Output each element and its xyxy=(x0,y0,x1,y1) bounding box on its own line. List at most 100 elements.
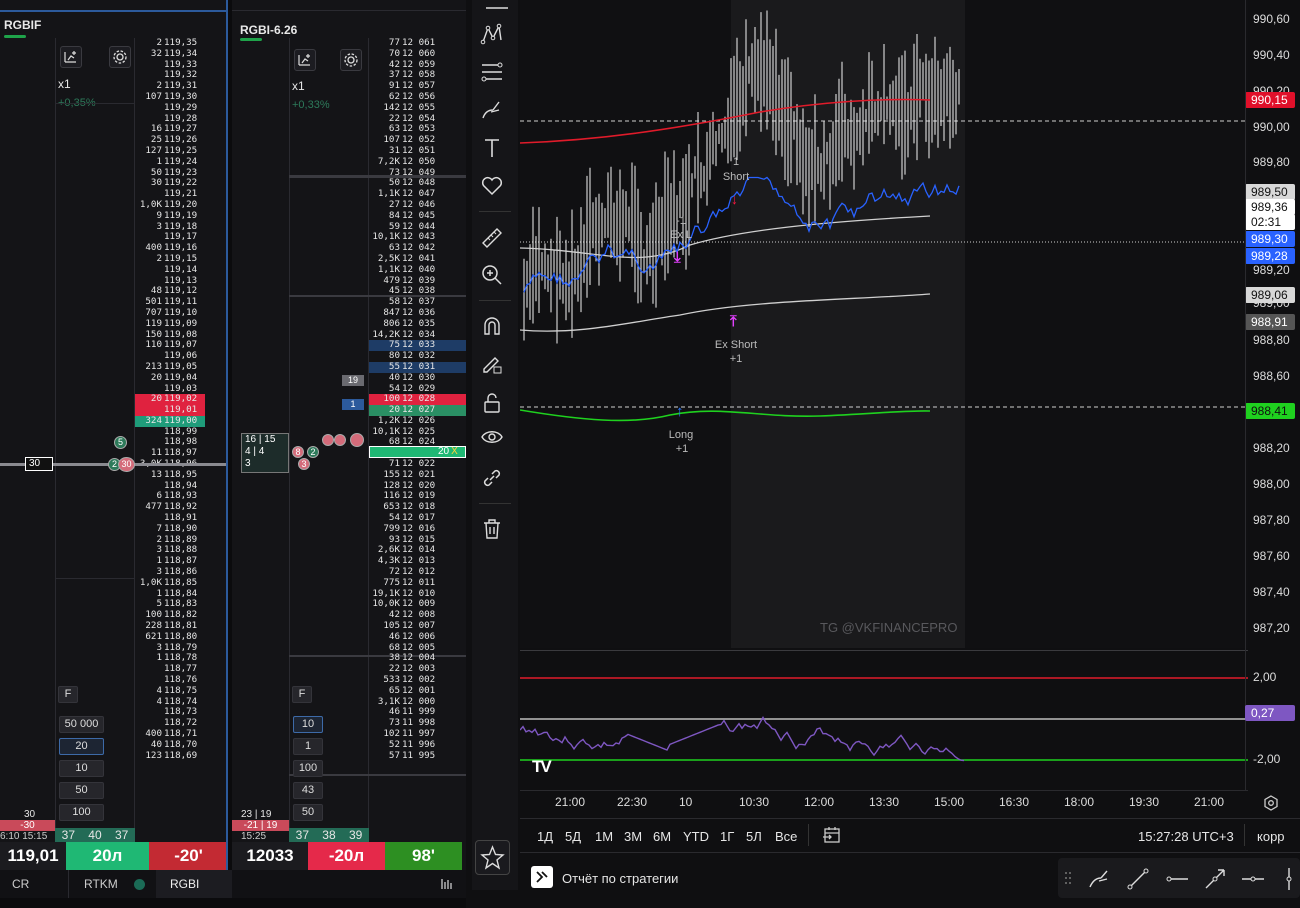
price-ladder[interactable]: 2 119,35 32 119,34 119,33 119,32 2 119,31 107 119… xyxy=(135,37,205,762)
horizontal-ray-icon[interactable] xyxy=(1164,866,1190,892)
ruler-icon[interactable] xyxy=(480,226,504,250)
ladder-row[interactable]: 40 12 030 xyxy=(369,372,466,384)
magnet-icon[interactable] xyxy=(480,314,504,338)
ladder-row[interactable]: 621 118,80 xyxy=(135,631,205,643)
lock-drawing-icon[interactable] xyxy=(480,352,504,376)
range-button[interactable]: 6М xyxy=(653,829,671,844)
cancel-order-icon[interactable]: X xyxy=(451,446,458,457)
ladder-row[interactable]: 119,29 xyxy=(135,102,205,114)
f-button[interactable]: F xyxy=(58,686,78,703)
qty-button[interactable]: 10 xyxy=(59,760,104,777)
buy-button[interactable]: 20л xyxy=(66,842,149,870)
ladder-row[interactable]: 9 119,19 xyxy=(135,210,205,222)
unlock-icon[interactable] xyxy=(480,391,504,415)
chart-add-icon[interactable] xyxy=(60,46,82,68)
arrow-line-icon[interactable] xyxy=(1202,866,1228,892)
position-bubble-dot[interactable] xyxy=(350,433,364,447)
ladder-row[interactable]: 84 12 045 xyxy=(369,210,466,222)
horizontal-line-icon[interactable] xyxy=(1240,866,1266,892)
ladder-row[interactable]: 119 119,09 xyxy=(135,318,205,330)
range-button[interactable]: 1Д xyxy=(537,829,553,844)
cursor-tool-icon[interactable] xyxy=(472,0,518,9)
position-box[interactable]: 16 | 15 4 | 4 3 xyxy=(241,433,289,473)
ladder-row[interactable]: 65 12 001 xyxy=(369,685,466,697)
ladder-row[interactable]: 123 118,69 xyxy=(135,750,205,762)
qty-button[interactable]: 50 000 xyxy=(59,716,104,733)
strategy-report-tab[interactable]: Отчёт по стратегии xyxy=(562,871,678,886)
position-bubble-dot[interactable] xyxy=(322,434,334,446)
status-item[interactable]: RGBI xyxy=(170,877,199,891)
pane-divider[interactable] xyxy=(520,650,1248,651)
position-bubble[interactable]: 30 xyxy=(118,457,135,472)
brush-icon[interactable] xyxy=(1086,866,1112,892)
trash-icon[interactable] xyxy=(480,517,504,541)
qty-button[interactable]: 100 xyxy=(293,760,323,777)
position-bubble-dot[interactable] xyxy=(334,434,346,446)
favorites-star-icon[interactable] xyxy=(475,840,510,875)
range-button[interactable]: 5Л xyxy=(746,829,762,844)
price-chart[interactable] xyxy=(520,0,1248,648)
ladder-row[interactable]: 57 11 995 xyxy=(369,750,466,762)
drag-handle-icon[interactable] xyxy=(1064,870,1072,886)
ladder-row[interactable]: 20 119,04 xyxy=(135,372,205,384)
status-item[interactable]: RTKM xyxy=(84,877,118,891)
brush-tool-icon[interactable] xyxy=(480,98,504,122)
settings-gear-icon[interactable] xyxy=(1262,794,1280,812)
instrument-title[interactable]: RGBI-6.26 xyxy=(240,23,297,37)
ladder-row[interactable]: 806 12 035 xyxy=(369,318,466,330)
ladder-row[interactable]: 46 12 006 xyxy=(369,631,466,643)
ladder-row[interactable]: 1 119,24 xyxy=(135,156,205,168)
position-bubble[interactable]: 2 xyxy=(307,446,319,458)
link-icon[interactable] xyxy=(480,466,504,490)
qty-button[interactable]: 1 xyxy=(293,738,323,755)
qty-button[interactable]: 10 xyxy=(293,716,323,733)
position-bubble[interactable]: 3 xyxy=(298,458,310,470)
sell-button[interactable]: 98' xyxy=(385,842,462,870)
pattern-tool-icon[interactable] xyxy=(480,22,504,46)
strategy-report-icon[interactable] xyxy=(531,866,553,888)
buy-button[interactable]: -20л xyxy=(308,842,385,870)
vertical-line-icon[interactable] xyxy=(1278,866,1300,892)
ladder-row[interactable]: 32 119,34 xyxy=(135,48,205,60)
ladder-row[interactable]: 1,1K 12 040 xyxy=(369,264,466,276)
position-bubble[interactable]: 8 xyxy=(292,446,304,458)
f-button[interactable]: F xyxy=(292,686,312,703)
sell-button[interactable]: -20' xyxy=(149,842,226,870)
text-tool-icon[interactable] xyxy=(480,136,504,160)
range-button[interactable]: 1М xyxy=(595,829,613,844)
qty-button[interactable]: 50 xyxy=(59,782,104,799)
side-order[interactable]: 19 xyxy=(342,375,364,386)
range-button[interactable]: Все xyxy=(775,829,797,844)
instrument-title[interactable]: RGBIF xyxy=(4,18,41,32)
price-ladder[interactable]: 77 12 061 70 12 060 42 12 059 37 12 058 91 12 057… xyxy=(369,37,466,762)
current-order[interactable]: 20 X xyxy=(369,446,466,458)
ladder-row[interactable]: 40 118,70 xyxy=(135,739,205,751)
trend-line-icon[interactable] xyxy=(1125,866,1151,892)
position-bubble[interactable]: 5 xyxy=(114,436,127,449)
gear-icon[interactable] xyxy=(340,49,362,71)
ladder-row[interactable]: 52 11 996 xyxy=(369,739,466,751)
range-button[interactable]: 3М xyxy=(624,829,642,844)
qty-button[interactable]: 100 xyxy=(59,804,104,821)
chart-add-icon[interactable] xyxy=(294,49,316,71)
heart-icon[interactable] xyxy=(480,174,504,198)
ladder-row[interactable]: 7,2K 12 050 xyxy=(369,156,466,168)
column-settings-icon[interactable] xyxy=(440,877,454,891)
side-order[interactable]: 1 xyxy=(342,399,364,410)
ladder-row[interactable]: 119,14 xyxy=(135,264,205,276)
adjustment-toggle[interactable]: корр xyxy=(1257,829,1285,844)
range-button[interactable]: 1Г xyxy=(720,829,734,844)
zoom-in-icon[interactable] xyxy=(480,263,504,287)
ladder-row[interactable]: 142 12 055 xyxy=(369,102,466,114)
goto-date-icon[interactable] xyxy=(822,826,842,844)
ladder-row[interactable]: 4 118,75 xyxy=(135,685,205,697)
qty-button[interactable]: 50 xyxy=(293,804,323,821)
status-item[interactable]: CR xyxy=(12,877,29,891)
qty-button[interactable]: 20 xyxy=(59,738,104,755)
eye-icon[interactable] xyxy=(480,425,504,449)
qty-button[interactable]: 43 xyxy=(293,782,323,799)
oscillator-chart[interactable] xyxy=(520,652,1248,788)
order-marker[interactable]: 30 xyxy=(25,457,53,471)
fib-tool-icon[interactable] xyxy=(480,60,504,84)
gear-icon[interactable] xyxy=(109,46,131,68)
